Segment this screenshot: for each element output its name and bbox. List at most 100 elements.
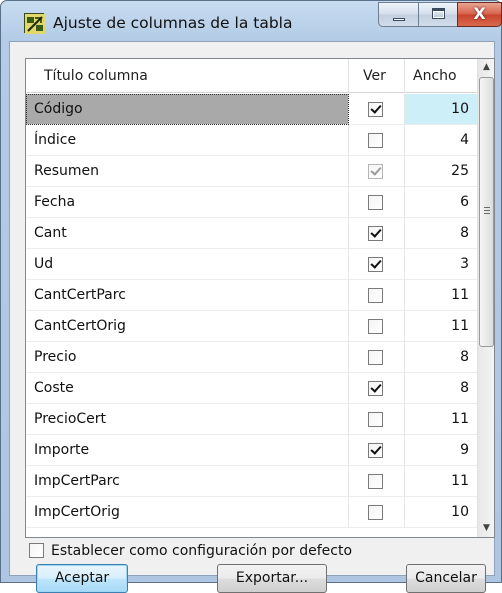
grid-header: Título columna Ver Ancho [26,59,477,93]
column-name-cell[interactable]: Precio [26,342,349,373]
column-name-cell[interactable]: Importe [26,435,349,466]
visible-cell [349,156,405,187]
visible-checkbox[interactable] [368,350,383,365]
column-name-cell[interactable]: Índice [26,125,349,156]
table-row[interactable]: Ud 3 [26,249,477,280]
visible-checkbox[interactable] [368,226,383,241]
visible-checkbox[interactable] [368,381,383,396]
table-row[interactable]: Cant 8 [26,218,477,249]
column-name-cell[interactable]: Código [26,94,349,125]
dialog-window: Ajuste de columnas de la tabla X Título … [0,0,502,593]
app-icon [24,13,45,34]
column-name-cell[interactable]: PrecioCert [26,404,349,435]
scroll-up-icon[interactable]: ▲ [478,59,495,76]
visible-cell [349,311,405,342]
visible-checkbox [368,164,383,179]
visible-cell [349,435,405,466]
column-name-cell[interactable]: Resumen [26,156,349,187]
visible-cell [349,466,405,497]
visible-cell [349,94,405,125]
vertical-scrollbar[interactable]: ▲ ▼ [477,59,494,537]
header-ver[interactable]: Ver [349,59,405,93]
columns-grid: Título columna Ver Ancho Código 10 Índice 4… [25,58,495,538]
visible-cell [349,187,405,218]
table-row[interactable]: Índice 4 [26,125,477,156]
maximize-icon [432,8,445,19]
scroll-down-icon[interactable]: ▼ [478,520,495,537]
width-cell[interactable]: 6 [405,187,477,218]
visible-checkbox[interactable] [368,133,383,148]
table-row[interactable]: CantCertOrig 11 [26,311,477,342]
column-name-cell[interactable]: CantCertOrig [26,311,349,342]
visible-cell [349,342,405,373]
window-title: Ajuste de columnas de la tabla [53,14,293,32]
width-cell[interactable]: 10 [405,94,477,125]
column-name-cell[interactable]: Coste [26,373,349,404]
thumb-grip [484,207,490,208]
table-row[interactable]: Importe 9 [26,435,477,466]
width-cell[interactable]: 8 [405,373,477,404]
table-row[interactable]: CantCertParc 11 [26,280,477,311]
table-row[interactable]: Fecha 6 [26,187,477,218]
width-cell[interactable]: 11 [405,466,477,497]
table-row[interactable]: PrecioCert 11 [26,404,477,435]
column-name-cell[interactable]: Fecha [26,187,349,218]
visible-checkbox[interactable] [368,102,383,117]
thumb-grip [484,210,490,211]
width-cell[interactable]: 8 [405,218,477,249]
width-cell[interactable]: 11 [405,404,477,435]
visible-checkbox[interactable] [368,443,383,458]
visible-checkbox[interactable] [368,319,383,334]
dialog-body: Título columna Ver Ancho Código 10 Índice 4… [9,41,495,593]
maximize-button[interactable] [418,2,458,27]
table-row[interactable]: Precio 8 [26,342,477,373]
column-name-cell[interactable]: Ud [26,249,349,280]
visible-checkbox[interactable] [368,288,383,303]
visible-cell [349,125,405,156]
grid-rows: Código 10 Índice 4 Resumen 25 Fecha 6 Cant 8 Ud 3 Ca… [26,94,477,537]
export-button[interactable]: Exportar... [217,564,327,593]
visible-cell [349,280,405,311]
visible-checkbox[interactable] [368,474,383,489]
scroll-thumb[interactable] [479,77,494,347]
column-name-cell[interactable]: Cant [26,218,349,249]
table-row[interactable]: ImpCertOrig 10 [26,497,477,528]
minimize-icon [393,18,405,21]
visible-checkbox[interactable] [368,412,383,427]
column-name-cell[interactable]: ImpCertParc [26,466,349,497]
width-cell[interactable]: 3 [405,249,477,280]
header-title-column[interactable]: Título columna [26,59,349,93]
width-cell[interactable]: 11 [405,280,477,311]
table-row[interactable]: Resumen 25 [26,156,477,187]
width-cell[interactable]: 11 [405,311,477,342]
width-cell[interactable]: 9 [405,435,477,466]
visible-cell [349,218,405,249]
visible-cell [349,497,405,528]
table-row[interactable]: Código 10 [26,94,477,125]
close-icon: X [473,4,486,23]
default-config-checkbox[interactable] [29,543,44,558]
table-row[interactable]: Coste 8 [26,373,477,404]
default-config-label: Establecer como configuración por defect… [51,543,353,559]
minimize-button[interactable] [378,2,419,27]
visible-checkbox[interactable] [368,257,383,272]
visible-cell [349,373,405,404]
header-ancho[interactable]: Ancho [405,59,477,93]
column-name-cell[interactable]: CantCertParc [26,280,349,311]
width-cell[interactable]: 25 [405,156,477,187]
width-cell[interactable]: 10 [405,497,477,528]
accept-button[interactable]: Aceptar [36,564,128,593]
cancel-button[interactable]: Cancelar [406,564,486,593]
thumb-grip [484,213,490,214]
close-button[interactable]: X [457,2,502,27]
visible-cell [349,404,405,435]
width-cell[interactable]: 4 [405,125,477,156]
visible-checkbox[interactable] [368,505,383,520]
column-name-cell[interactable]: ImpCertOrig [26,497,349,528]
table-row[interactable]: ImpCertParc 11 [26,466,477,497]
table-columns-icon [25,14,45,34]
width-cell[interactable]: 8 [405,342,477,373]
visible-checkbox[interactable] [368,195,383,210]
title-bar[interactable]: Ajuste de columnas de la tabla X [1,1,502,41]
visible-cell [349,249,405,280]
